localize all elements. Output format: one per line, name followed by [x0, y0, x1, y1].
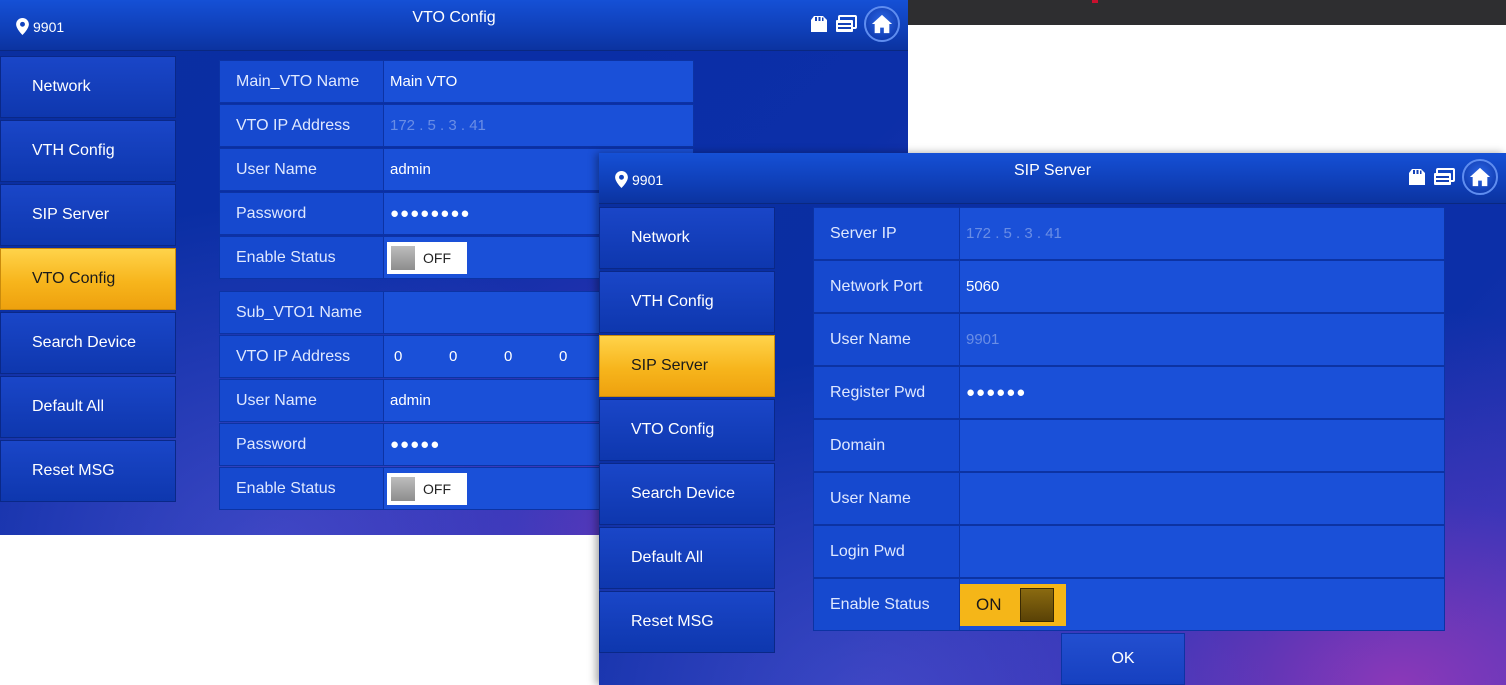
field-label: Network Port — [813, 260, 960, 313]
register-pwd-row: Register Pwd ●●●●●● — [813, 366, 1445, 419]
ip-octet[interactable]: 0 — [449, 348, 504, 365]
title-bar: 9901 VTO Config — [0, 0, 908, 51]
nav-sip-server[interactable]: SIP Server — [599, 335, 775, 397]
home-button[interactable] — [1462, 159, 1498, 195]
field-label: VTO IP Address — [219, 335, 384, 378]
sip-username-row: User Name 9901 — [813, 313, 1445, 366]
field-label: Password — [219, 192, 384, 235]
nav-network[interactable]: Network — [0, 56, 176, 118]
domain-input[interactable] — [959, 419, 1445, 472]
ip-octet[interactable]: 0 — [504, 348, 559, 365]
sd-card-icon — [1409, 169, 1425, 185]
toggle-knob — [391, 245, 415, 270]
ok-button[interactable]: OK — [1061, 633, 1185, 685]
nav-vto-config[interactable]: VTO Config — [0, 248, 176, 310]
nav-vth-config[interactable]: VTH Config — [599, 271, 775, 333]
field-label: User Name — [813, 472, 960, 525]
field-label: Server IP — [813, 207, 960, 260]
toggle-state: OFF — [423, 480, 451, 497]
nav-search-device[interactable]: Search Device — [0, 312, 176, 374]
field-label: Enable Status — [219, 236, 384, 279]
main-vto-ip-row: VTO IP Address 172 . 5 . 3 . 41 — [219, 104, 694, 147]
main-vto-name-input[interactable]: Main VTO — [383, 60, 694, 103]
nav-reset-msg[interactable]: Reset MSG — [599, 591, 775, 653]
field-label: VTO IP Address — [219, 104, 384, 147]
page-title: VTO Config — [412, 9, 496, 26]
network-port-row: Network Port 5060 — [813, 260, 1445, 313]
nav-vth-config[interactable]: VTH Config — [0, 120, 176, 182]
network-port-input[interactable]: 5060 — [959, 260, 1445, 313]
server-ip-row: Server IP 172 . 5 . 3 . 41 — [813, 207, 1445, 260]
sip-username-input[interactable]: 9901 — [959, 313, 1445, 366]
field-label: Enable Status — [219, 467, 384, 510]
field-label: Domain — [813, 419, 960, 472]
red-mark — [1092, 0, 1098, 3]
sd-card-icon — [811, 16, 827, 32]
sub-vto1-enable-toggle[interactable]: OFF — [387, 472, 467, 505]
login-pwd-input[interactable] — [959, 525, 1445, 578]
field-label: Password — [219, 423, 384, 466]
intercom-icon — [1434, 168, 1455, 185]
main-vto-enable-toggle[interactable]: OFF — [387, 241, 467, 274]
toggle-knob — [1019, 587, 1054, 622]
home-icon — [1469, 167, 1491, 187]
field-label: User Name — [813, 313, 960, 366]
nav-sip-server[interactable]: SIP Server — [0, 184, 176, 246]
field-label: Main_VTO Name — [219, 60, 384, 103]
nav-default-all[interactable]: Default All — [0, 376, 176, 438]
server-ip-input[interactable]: 172 . 5 . 3 . 41 — [959, 207, 1445, 260]
nav-vto-config[interactable]: VTO Config — [599, 399, 775, 461]
sip-status-row: Enable Status ON — [813, 578, 1445, 631]
toggle-state: OFF — [423, 249, 451, 266]
field-label: Enable Status — [813, 578, 960, 631]
home-button[interactable] — [864, 6, 900, 42]
field-label: Register Pwd — [813, 366, 960, 419]
toggle-knob — [391, 476, 415, 501]
field-label: User Name — [219, 148, 384, 191]
status-icons — [1408, 159, 1498, 195]
field-label: Login Pwd — [813, 525, 960, 578]
title-bar: 9901 SIP Server — [599, 153, 1506, 204]
login-username-input[interactable] — [959, 472, 1445, 525]
nav-search-device[interactable]: Search Device — [599, 463, 775, 525]
home-icon — [871, 14, 893, 34]
intercom-icon — [836, 15, 857, 32]
status-cell: ON — [959, 578, 1445, 631]
register-pwd-input[interactable]: ●●●●●● — [959, 366, 1445, 419]
nav-reset-msg[interactable]: Reset MSG — [0, 440, 176, 502]
toggle-state: ON — [976, 594, 1002, 614]
page-title: SIP Server — [1013, 162, 1092, 179]
field-label: Sub_VTO1 Name — [219, 291, 384, 334]
domain-row: Domain — [813, 419, 1445, 472]
ip-octet[interactable]: 0 — [394, 348, 449, 365]
status-icons — [810, 6, 900, 42]
sip-enable-toggle[interactable]: ON — [960, 583, 1066, 626]
login-username-row: User Name — [813, 472, 1445, 525]
login-pwd-row: Login Pwd — [813, 525, 1445, 578]
nav-network[interactable]: Network — [599, 207, 775, 269]
main-vto-ip-input[interactable]: 172 . 5 . 3 . 41 — [383, 104, 694, 147]
main-vto-name-row: Main_VTO Name Main VTO — [219, 60, 694, 103]
sip-server-window: 9901 SIP Server Network VTH Config SIP S… — [599, 153, 1506, 685]
field-label: User Name — [219, 379, 384, 422]
nav-default-all[interactable]: Default All — [599, 527, 775, 589]
